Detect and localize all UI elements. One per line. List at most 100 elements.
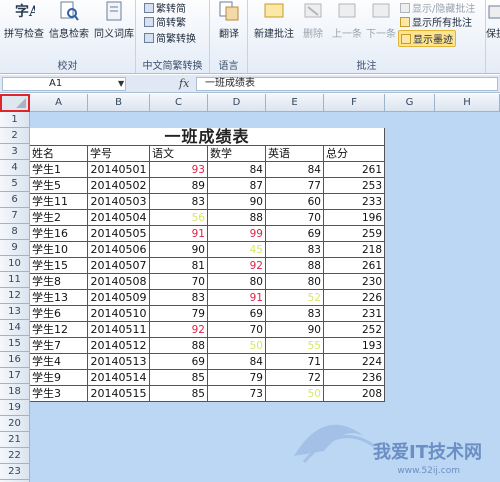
score-cell[interactable]: 83 — [266, 242, 324, 258]
score-cell[interactable]: 92 — [150, 322, 208, 338]
score-cell[interactable]: 92 — [208, 258, 266, 274]
score-cell[interactable]: 231 — [324, 306, 385, 322]
student-id-cell[interactable]: 20140509 — [88, 290, 150, 306]
column-header-H[interactable]: H — [435, 94, 500, 112]
student-name-cell[interactable]: 学生8 — [30, 274, 88, 290]
score-cell[interactable]: 193 — [324, 338, 385, 354]
formula-input[interactable]: 一班成绩表 — [196, 77, 498, 91]
score-cell[interactable]: 226 — [324, 290, 385, 306]
row-header-12[interactable]: 12 — [0, 288, 30, 304]
score-cell[interactable]: 71 — [266, 354, 324, 370]
research-button[interactable]: 信息检索 — [47, 0, 91, 40]
score-cell[interactable]: 88 — [266, 258, 324, 274]
student-id-cell[interactable]: 20140513 — [88, 354, 150, 370]
score-cell[interactable]: 88 — [208, 210, 266, 226]
score-cell[interactable]: 84 — [208, 354, 266, 370]
score-cell[interactable]: 73 — [208, 386, 266, 402]
score-cell[interactable]: 50 — [208, 338, 266, 354]
score-cell[interactable]: 91 — [150, 226, 208, 242]
row-header-4[interactable]: 4 — [0, 160, 30, 176]
score-cell[interactable]: 69 — [208, 306, 266, 322]
score-cell[interactable]: 77 — [266, 178, 324, 194]
row-header-22[interactable]: 22 — [0, 448, 30, 464]
score-cell[interactable]: 224 — [324, 354, 385, 370]
score-cell[interactable]: 81 — [150, 258, 208, 274]
thesaurus-button[interactable]: 同义词库 — [92, 0, 136, 40]
score-cell[interactable]: 84 — [266, 162, 324, 178]
score-cell[interactable]: 69 — [150, 354, 208, 370]
column-header-F[interactable]: F — [324, 94, 385, 112]
row-header-19[interactable]: 19 — [0, 400, 30, 416]
row-header-9[interactable]: 9 — [0, 240, 30, 256]
student-id-cell[interactable]: 20140506 — [88, 242, 150, 258]
row-header-23[interactable]: 23 — [0, 464, 30, 480]
name-box[interactable]: A1 — [2, 77, 126, 91]
score-cell[interactable]: 91 — [208, 290, 266, 306]
score-cell[interactable]: 93 — [150, 162, 208, 178]
column-header-B[interactable]: B — [88, 94, 150, 112]
score-cell[interactable]: 70 — [150, 274, 208, 290]
column-label[interactable]: 语文 — [150, 146, 208, 162]
student-name-cell[interactable]: 学生16 — [30, 226, 88, 242]
student-id-cell[interactable]: 20140511 — [88, 322, 150, 338]
student-id-cell[interactable]: 20140508 — [88, 274, 150, 290]
row-header-6[interactable]: 6 — [0, 192, 30, 208]
row-header-17[interactable]: 17 — [0, 368, 30, 384]
column-header-A[interactable]: A — [30, 94, 88, 112]
student-name-cell[interactable]: 学生5 — [30, 178, 88, 194]
student-id-cell[interactable]: 20140505 — [88, 226, 150, 242]
score-cell[interactable]: 259 — [324, 226, 385, 242]
new-comment-button[interactable]: 新建批注 — [252, 0, 296, 40]
student-id-cell[interactable]: 20140510 — [88, 306, 150, 322]
row-header-13[interactable]: 13 — [0, 304, 30, 320]
table-title[interactable]: 一班成绩表 — [30, 128, 385, 146]
score-cell[interactable]: 83 — [150, 290, 208, 306]
column-label[interactable]: 姓名 — [30, 146, 88, 162]
row-header-5[interactable]: 5 — [0, 176, 30, 192]
score-cell[interactable]: 79 — [208, 370, 266, 386]
score-cell[interactable]: 70 — [266, 210, 324, 226]
next-comment-button[interactable]: 下一条 — [364, 0, 398, 40]
row-header-20[interactable]: 20 — [0, 416, 30, 432]
column-header-E[interactable]: E — [266, 94, 324, 112]
column-header-G[interactable]: G — [385, 94, 435, 112]
student-name-cell[interactable]: 学生4 — [30, 354, 88, 370]
score-cell[interactable]: 79 — [150, 306, 208, 322]
row-header-14[interactable]: 14 — [0, 320, 30, 336]
student-name-cell[interactable]: 学生10 — [30, 242, 88, 258]
student-name-cell[interactable]: 学生3 — [30, 386, 88, 402]
translate-button[interactable]: 翻译 — [214, 0, 244, 40]
score-cell[interactable]: 261 — [324, 162, 385, 178]
student-id-cell[interactable]: 20140512 — [88, 338, 150, 354]
row-header-16[interactable]: 16 — [0, 352, 30, 368]
row-header-21[interactable]: 21 — [0, 432, 30, 448]
score-cell[interactable]: 83 — [150, 194, 208, 210]
fx-icon[interactable]: fx — [179, 77, 189, 90]
student-id-cell[interactable]: 20140503 — [88, 194, 150, 210]
row-header-11[interactable]: 11 — [0, 272, 30, 288]
score-cell[interactable]: 56 — [150, 210, 208, 226]
score-cell[interactable]: 253 — [324, 178, 385, 194]
student-name-cell[interactable]: 学生12 — [30, 322, 88, 338]
score-cell[interactable]: 261 — [324, 258, 385, 274]
student-id-cell[interactable]: 20140501 — [88, 162, 150, 178]
student-id-cell[interactable]: 20140502 — [88, 178, 150, 194]
student-name-cell[interactable]: 学生6 — [30, 306, 88, 322]
row-header-2[interactable]: 2 — [0, 128, 30, 144]
worksheet[interactable]: ABCDEFGH 1 2 3 4 5 6 7 8 9 10 11 12 13 14 15 16 17 18 19 20… — [0, 94, 500, 482]
row-header-15[interactable]: 15 — [0, 336, 30, 352]
student-name-cell[interactable]: 学生15 — [30, 258, 88, 274]
column-header-D[interactable]: D — [208, 94, 266, 112]
student-name-cell[interactable]: 学生9 — [30, 370, 88, 386]
row-header-18[interactable]: 18 — [0, 384, 30, 400]
column-label[interactable]: 总分 — [324, 146, 385, 162]
prev-comment-button[interactable]: 上一条 — [330, 0, 364, 40]
column-label[interactable]: 数学 — [208, 146, 266, 162]
student-id-cell[interactable]: 20140515 — [88, 386, 150, 402]
score-cell[interactable]: 80 — [266, 274, 324, 290]
score-cell[interactable]: 218 — [324, 242, 385, 258]
score-cell[interactable]: 89 — [150, 178, 208, 194]
score-cell[interactable]: 196 — [324, 210, 385, 226]
score-cell[interactable]: 85 — [150, 370, 208, 386]
score-cell[interactable]: 233 — [324, 194, 385, 210]
